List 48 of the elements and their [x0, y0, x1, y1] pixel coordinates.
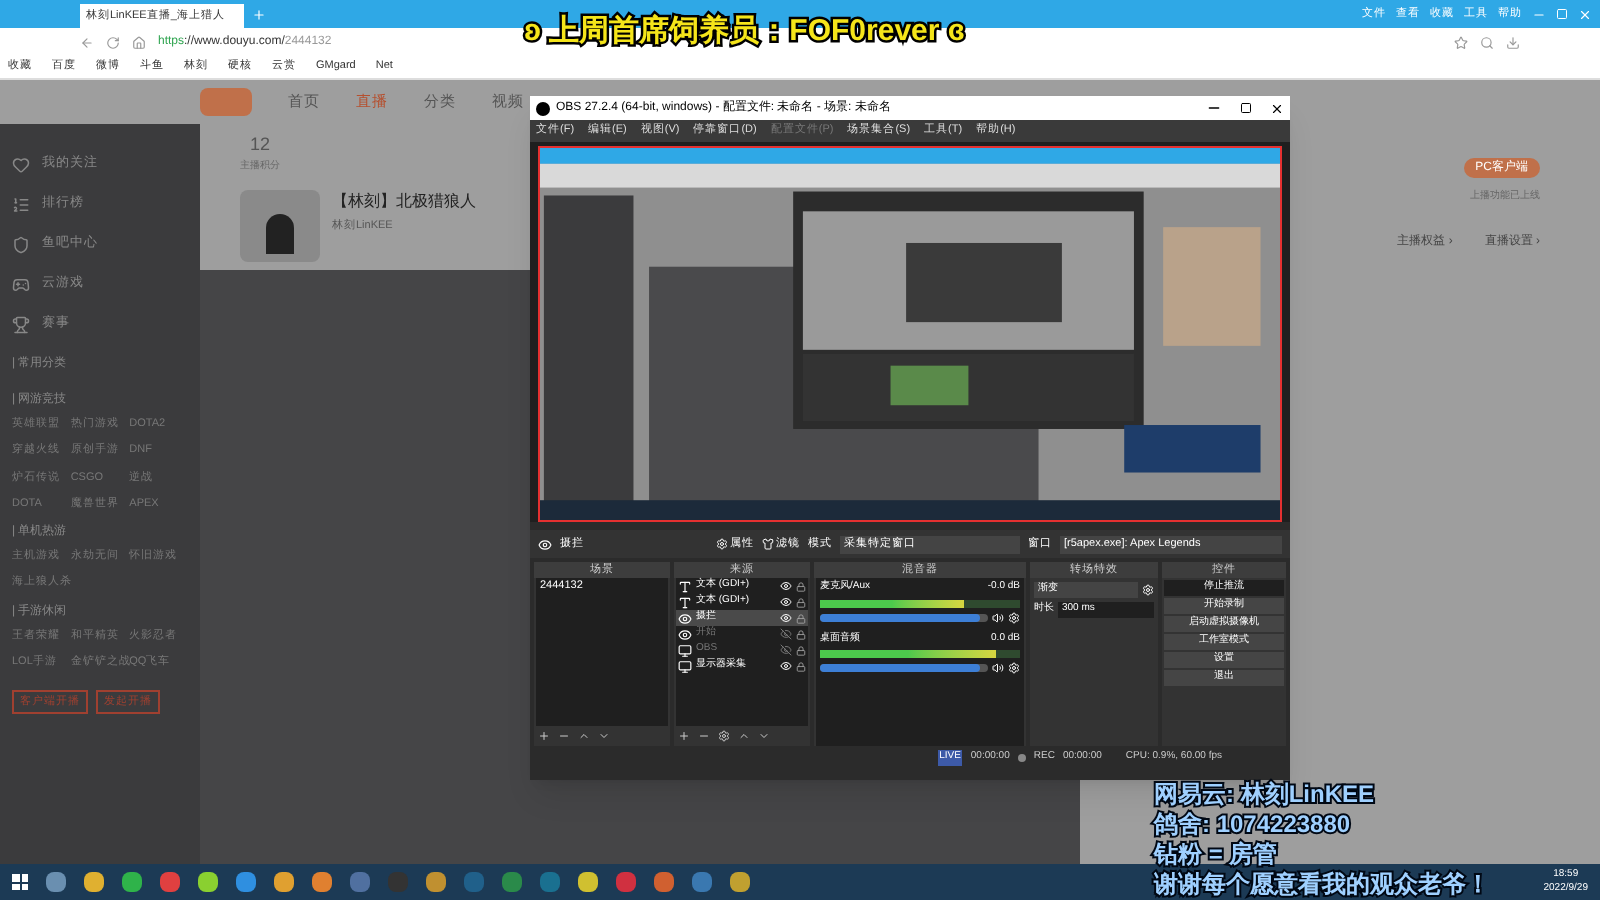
- close-icon[interactable]: [1270, 101, 1284, 115]
- eye-icon[interactable]: [780, 580, 792, 592]
- eye-icon[interactable]: [780, 660, 792, 672]
- search-icon[interactable]: [1480, 35, 1494, 49]
- overlay-text: 鸽舍: 1074223880: [1154, 810, 1353, 840]
- eye-icon: [538, 537, 552, 551]
- heart-icon: [12, 155, 30, 173]
- settings-icon[interactable]: [718, 730, 730, 742]
- lock-icon[interactable]: [796, 661, 806, 671]
- volume-slider[interactable]: [820, 613, 988, 621]
- move-up-icon[interactable]: [738, 730, 750, 742]
- overlay-text: 谢谢每个愿意看我的观众老爷！: [1154, 870, 1490, 900]
- add-icon[interactable]: [678, 730, 690, 742]
- lock-icon[interactable]: [796, 581, 806, 591]
- volume-slider[interactable]: [820, 664, 988, 672]
- speaker-icon[interactable]: [992, 662, 1004, 674]
- lock-icon[interactable]: [796, 645, 806, 655]
- remove-icon[interactable]: [698, 730, 710, 742]
- remove-icon[interactable]: [558, 730, 570, 742]
- reload-icon[interactable]: [106, 35, 120, 49]
- settings-icon: [716, 538, 728, 550]
- move-down-icon[interactable]: [598, 730, 610, 742]
- add-icon[interactable]: [538, 730, 550, 742]
- maximize-icon[interactable]: [1240, 102, 1252, 114]
- move-up-icon[interactable]: [578, 730, 590, 742]
- eye-off-icon[interactable]: [780, 628, 792, 640]
- back-icon[interactable]: [80, 35, 94, 49]
- shield-icon: [12, 235, 30, 253]
- list-icon: [12, 195, 30, 213]
- windows-start-icon[interactable]: [12, 874, 28, 890]
- overlay-text: 网易云: 林刻LinKEE: [1154, 780, 1376, 810]
- home-icon[interactable]: [132, 35, 146, 49]
- lock-icon[interactable]: [796, 613, 806, 623]
- lock-icon[interactable]: [796, 597, 806, 607]
- star-icon[interactable]: [1454, 35, 1468, 49]
- trophy-icon: [12, 315, 30, 333]
- eye-off-icon[interactable]: [780, 644, 792, 656]
- eye-icon[interactable]: [780, 596, 792, 608]
- eye-icon[interactable]: [780, 612, 792, 624]
- overlay-text: 钻粉 = 房管: [1154, 840, 1280, 870]
- stream-title: 【林刻】北极猎狼人: [332, 190, 476, 214]
- obs-logo-icon: [536, 101, 550, 115]
- move-down-icon[interactable]: [758, 730, 770, 742]
- stat-value: 12: [249, 132, 270, 158]
- speaker-icon[interactable]: [992, 611, 1004, 623]
- lock-icon[interactable]: [796, 629, 806, 639]
- download-icon[interactable]: [1506, 35, 1520, 49]
- gamepad-icon: [12, 275, 30, 293]
